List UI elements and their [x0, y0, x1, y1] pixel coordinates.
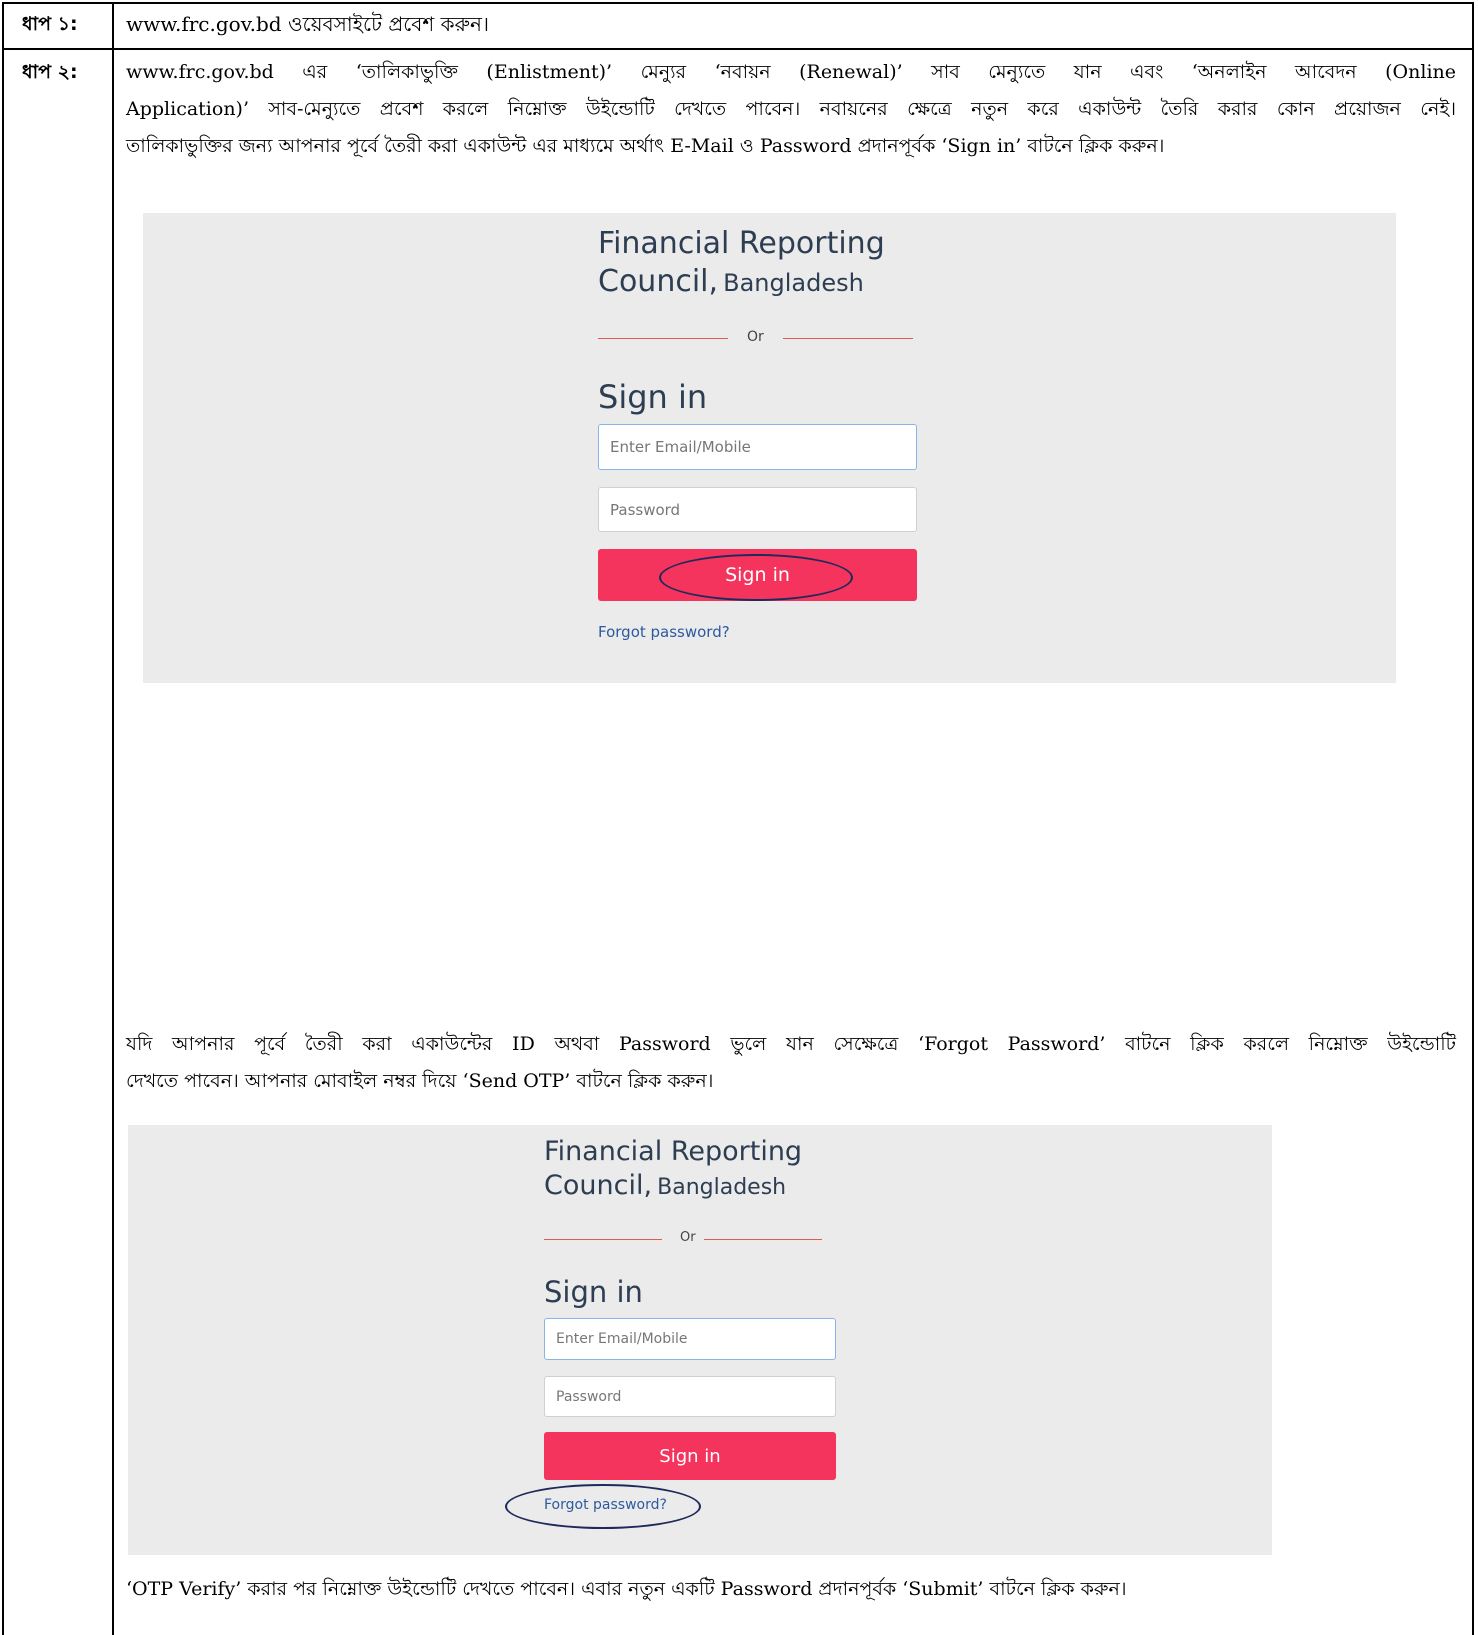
email-field[interactable]: Enter Email/Mobile	[544, 1318, 836, 1360]
forgot-line-1: যদি আপনার পূর্বে তৈরী করা একাউন্টের ID অ…	[126, 1033, 1456, 1055]
step-2-label: ধাপ ২:	[22, 61, 78, 83]
highlight-ellipse-signin	[659, 554, 853, 601]
step-1-text: www.frc.gov.bd ওয়েবসাইটে প্রবেশ করুন।	[126, 6, 1456, 43]
signin-button[interactable]: Sign in	[544, 1432, 836, 1480]
step-2-line-2: Application)’ সাব-মেন্যুতে প্রবেশ করলে ন…	[126, 98, 1456, 120]
brand-line-2a: Council,	[598, 263, 719, 299]
email-field[interactable]: Enter Email/Mobile	[598, 424, 917, 470]
login-screenshot-2: Financial Reporting Council, Bangladesh …	[128, 1125, 1272, 1555]
login-screenshot-1: Financial Reporting Council, Bangladesh …	[143, 213, 1396, 683]
step-2-line-1: www.frc.gov.bd এর ‘তালিকাভুক্তি (Enlistm…	[126, 61, 1456, 83]
step-1-line: www.frc.gov.bd ওয়েবসাইটে প্রবেশ করুন।	[126, 12, 490, 36]
step-2-text: www.frc.gov.bd এর ‘তালিকাভুক্তি (Enlistm…	[126, 54, 1456, 165]
password-placeholder: Password	[610, 500, 681, 519]
brand-line-2b: Bangladesh	[657, 1174, 787, 1200]
divider-right	[783, 338, 913, 339]
signin-heading: Sign in	[544, 1275, 643, 1309]
table-column-divider	[112, 2, 114, 1635]
table-border-left	[2, 2, 4, 1635]
email-placeholder: Enter Email/Mobile	[556, 1331, 688, 1347]
divider-right	[704, 1239, 822, 1240]
table-row-divider	[2, 48, 1474, 50]
table-border-right	[1472, 2, 1474, 1635]
brand-line-1: Financial Reporting	[544, 1136, 803, 1167]
email-placeholder: Enter Email/Mobile	[610, 438, 751, 456]
or-text: Or	[680, 1230, 696, 1245]
divider-left	[544, 1239, 662, 1240]
step-2-line-3: তালিকাভুক্তির জন্য আপনার পূর্বে তৈরী করা…	[126, 135, 1165, 157]
password-field[interactable]: Password	[544, 1376, 836, 1417]
table-border-top	[2, 2, 1474, 4]
brand-line-2b: Bangladesh	[723, 268, 864, 297]
otp-line: ‘OTP Verify’ করার পর নিম্নোক্ত উইন্ডোটি …	[126, 1578, 1127, 1600]
forgot-paragraph: যদি আপনার পূর্বে তৈরী করা একাউন্টের ID অ…	[126, 1026, 1456, 1100]
signin-heading: Sign in	[598, 378, 708, 416]
brand-line-2a: Council,	[544, 1169, 653, 1201]
password-placeholder: Password	[556, 1388, 622, 1405]
brand-title: Financial Reporting Council, Bangladesh	[598, 225, 885, 300]
divider-left	[598, 338, 728, 339]
brand-title: Financial Reporting Council, Bangladesh	[544, 1135, 802, 1203]
password-field[interactable]: Password	[598, 487, 917, 532]
step-1-label: ধাপ ১:	[22, 13, 78, 35]
signin-button-label: Sign in	[659, 1445, 721, 1467]
highlight-ellipse-forgot	[505, 1484, 701, 1529]
brand-line-1: Financial Reporting	[598, 226, 885, 261]
otp-paragraph: ‘OTP Verify’ করার পর নিম্নোক্ত উইন্ডোটি …	[126, 1571, 1456, 1608]
forgot-line-2: দেখতে পাবেন। আপনার মোবাইল নম্বর দিয়ে ‘S…	[126, 1070, 714, 1092]
forgot-password-link[interactable]: Forgot password?	[598, 623, 730, 641]
or-text: Or	[747, 329, 764, 345]
